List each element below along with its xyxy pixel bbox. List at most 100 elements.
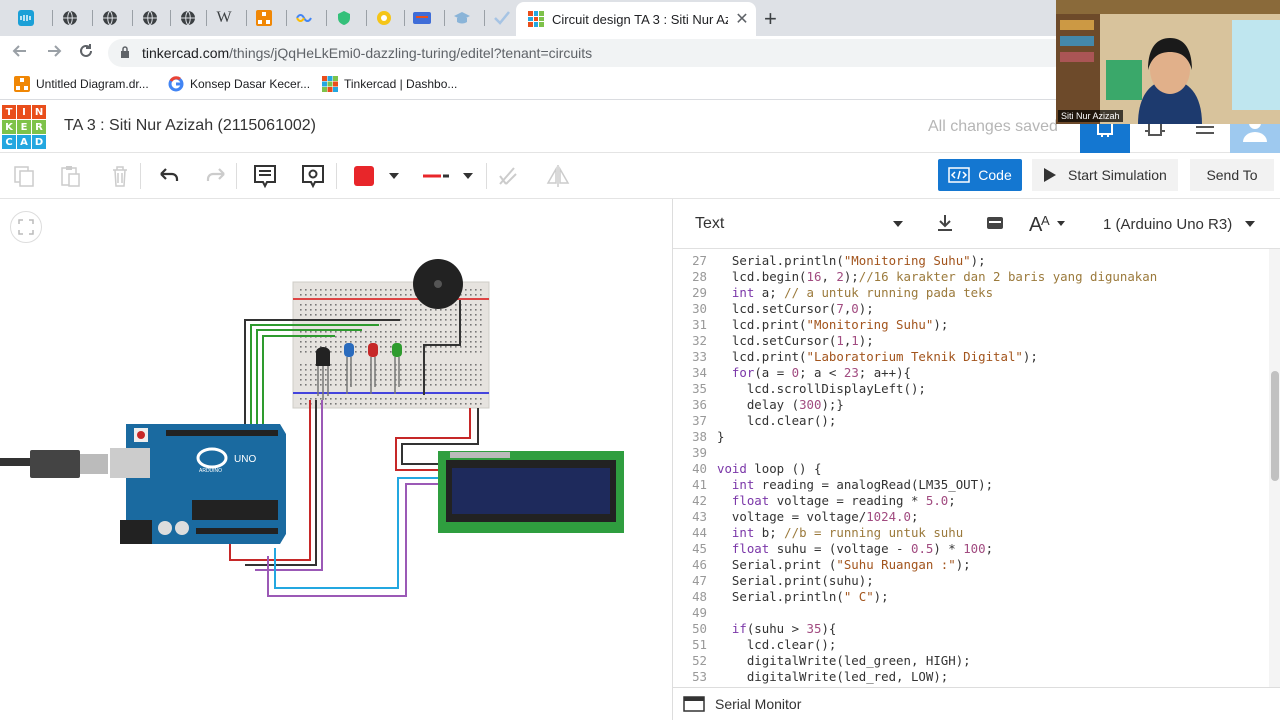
globe-icon[interactable] <box>138 6 162 30</box>
bookmark-label: Konsep Dasar Kecer... <box>190 77 311 91</box>
code-line[interactable]: lcd.print("Laboratorium Teknik Digital")… <box>717 349 1038 364</box>
lcd-16x2[interactable] <box>438 451 624 533</box>
logo-letter: T <box>2 105 16 119</box>
font-size-icon[interactable]: AA <box>1027 209 1067 240</box>
code-line[interactable]: lcd.setCursor(7,0); <box>717 301 874 316</box>
toggle-notes-icon[interactable] <box>299 162 327 190</box>
cisco-icon[interactable] <box>14 6 38 30</box>
svg-text:A: A <box>1041 213 1050 228</box>
code-editor[interactable]: 27 Serial.println("Monitoring Suhu"); 28 … <box>673 249 1269 687</box>
new-tab-button[interactable]: + <box>764 6 777 32</box>
timer-icon[interactable] <box>372 6 396 30</box>
bookmark-item[interactable]: Untitled Diagram.dr... <box>14 76 149 92</box>
bookmark-label: Untitled Diagram.dr... <box>36 77 149 91</box>
forward-arrow-icon[interactable] <box>42 41 66 65</box>
code-line[interactable]: } <box>717 429 724 444</box>
code-line[interactable]: if(suhu > 35){ <box>717 621 836 636</box>
code-panel-toolbar: Text AA 1 (Arduino Uno R3) <box>673 199 1280 249</box>
line-number: 31 <box>692 317 707 332</box>
undo-icon[interactable] <box>155 162 183 190</box>
start-simulation-button[interactable]: Start Simulation <box>1032 159 1178 191</box>
code-line[interactable]: Serial.print ("Suhu Ruangan :"); <box>717 557 971 572</box>
code-line[interactable]: lcd.scrollDisplayLeft(); <box>717 381 926 396</box>
send-to-button[interactable]: Send To <box>1190 159 1274 191</box>
globe-icon[interactable] <box>98 6 122 30</box>
code-line[interactable]: void loop () { <box>717 461 821 476</box>
scrollbar-thumb[interactable] <box>1271 371 1279 481</box>
code-line[interactable]: Serial.println(" C"); <box>717 589 889 604</box>
shield-icon[interactable] <box>332 6 356 30</box>
code-line[interactable]: int b; //b = running untuk suhu <box>717 525 963 540</box>
drawio-icon[interactable] <box>252 6 276 30</box>
code-line[interactable]: lcd.print("Monitoring Suhu"); <box>717 317 948 332</box>
piezo-buzzer[interactable] <box>413 259 463 309</box>
logo-letter: D <box>32 135 46 149</box>
arduino-uno-board[interactable]: UNO ARDUINO <box>110 424 286 544</box>
library-icon[interactable] <box>985 213 1005 238</box>
download-icon[interactable] <box>935 213 955 238</box>
code-line[interactable]: int a; // a untuk running pada teks <box>717 285 993 300</box>
globe-icon[interactable] <box>58 6 82 30</box>
code-line[interactable]: lcd.begin(16, 2);//16 karakter dan 2 bar… <box>717 269 1157 284</box>
circuit-canvas[interactable]: UNO ARDUINO <box>0 199 672 720</box>
webcam-video <box>1056 0 1280 124</box>
flip-icon[interactable] <box>544 162 572 190</box>
chevron-down-icon[interactable] <box>458 162 478 190</box>
back-arrow-icon[interactable] <box>8 41 32 65</box>
wikipedia-icon[interactable]: W <box>212 6 236 30</box>
line-number: 29 <box>692 285 707 300</box>
delete-icon[interactable] <box>106 162 134 190</box>
line-number: 34 <box>692 365 707 380</box>
redo-icon[interactable] <box>202 162 230 190</box>
globe-icon[interactable] <box>176 6 200 30</box>
code-line[interactable]: voltage = voltage/1024.0; <box>717 509 919 524</box>
code-mode-select[interactable]: Text <box>681 207 913 241</box>
line-number: 50 <box>692 621 707 636</box>
wire-color-picker[interactable] <box>350 162 378 190</box>
wire-type-icon[interactable] <box>420 162 452 190</box>
bookmark-item[interactable]: Konsep Dasar Kecer... <box>168 76 310 92</box>
code-line[interactable]: digitalWrite(led_green, HIGH); <box>717 653 971 668</box>
copy-icon[interactable] <box>10 162 38 190</box>
code-line[interactable]: delay (300);} <box>717 397 844 412</box>
code-line[interactable]: for(a = 0; a < 23; a++){ <box>717 365 911 380</box>
code-line[interactable]: lcd.setCursor(1,1); <box>717 333 874 348</box>
tinkercad-logo[interactable]: T I N K E R C A D <box>2 105 46 149</box>
code-panel: Text AA 1 (Arduino Uno R3) 27 Serial.pri… <box>672 199 1280 720</box>
tinkercad-icon <box>322 76 338 92</box>
code-line[interactable]: lcd.clear(); <box>717 637 837 652</box>
keyboard-icon[interactable] <box>410 6 434 30</box>
serial-monitor-toggle[interactable]: Serial Monitor <box>673 687 1280 720</box>
chevron-down-icon[interactable] <box>384 162 404 190</box>
notes-icon[interactable] <box>251 162 279 190</box>
cap-icon[interactable] <box>450 6 474 30</box>
code-line[interactable]: int reading = analogRead(LM35_OUT); <box>717 477 993 492</box>
reload-icon[interactable] <box>74 41 98 65</box>
code-line[interactable]: Serial.println("Monitoring Suhu"); <box>717 253 986 268</box>
temperature-sensor[interactable] <box>316 347 330 400</box>
bookmark-item[interactable]: Tinkercad | Dashbo... <box>322 76 457 92</box>
serial-monitor-label: Serial Monitor <box>715 696 802 712</box>
rotate-icon[interactable] <box>494 162 522 190</box>
check-icon[interactable] <box>490 6 514 30</box>
paste-icon[interactable] <box>56 162 84 190</box>
code-line[interactable]: lcd.clear(); <box>717 413 837 428</box>
editor-scrollbar[interactable] <box>1269 249 1280 687</box>
meet-icon[interactable] <box>292 6 316 30</box>
code-line[interactable]: float voltage = reading * 5.0; <box>717 493 956 508</box>
device-select[interactable]: 1 (Arduino Uno R3) <box>1091 207 1263 241</box>
play-icon <box>1044 168 1056 182</box>
code-line[interactable]: Serial.print(suhu); <box>717 573 874 588</box>
code-button[interactable]: Code <box>938 159 1022 191</box>
line-number: 47 <box>692 573 707 588</box>
usb-cable <box>0 450 108 478</box>
code-mode-value: Text <box>695 215 725 232</box>
design-title[interactable]: TA 3 : Siti Nur Azizah (2115061002) <box>64 117 316 135</box>
code-line[interactable]: digitalWrite(led_red, LOW); <box>717 669 948 684</box>
active-browser-tab[interactable]: Circuit design TA 3 : Siti Nur Aziz ✕ <box>516 2 756 36</box>
line-number: 41 <box>692 477 707 492</box>
code-icon <box>948 167 971 183</box>
code-line[interactable]: float suhu = (voltage - 0.5) * 100; <box>717 541 993 556</box>
url-input[interactable]: tinkercad.com/things/jQqHeLkEmi0-dazzlin… <box>108 39 1068 67</box>
close-tab-icon[interactable]: ✕ <box>728 9 756 29</box>
